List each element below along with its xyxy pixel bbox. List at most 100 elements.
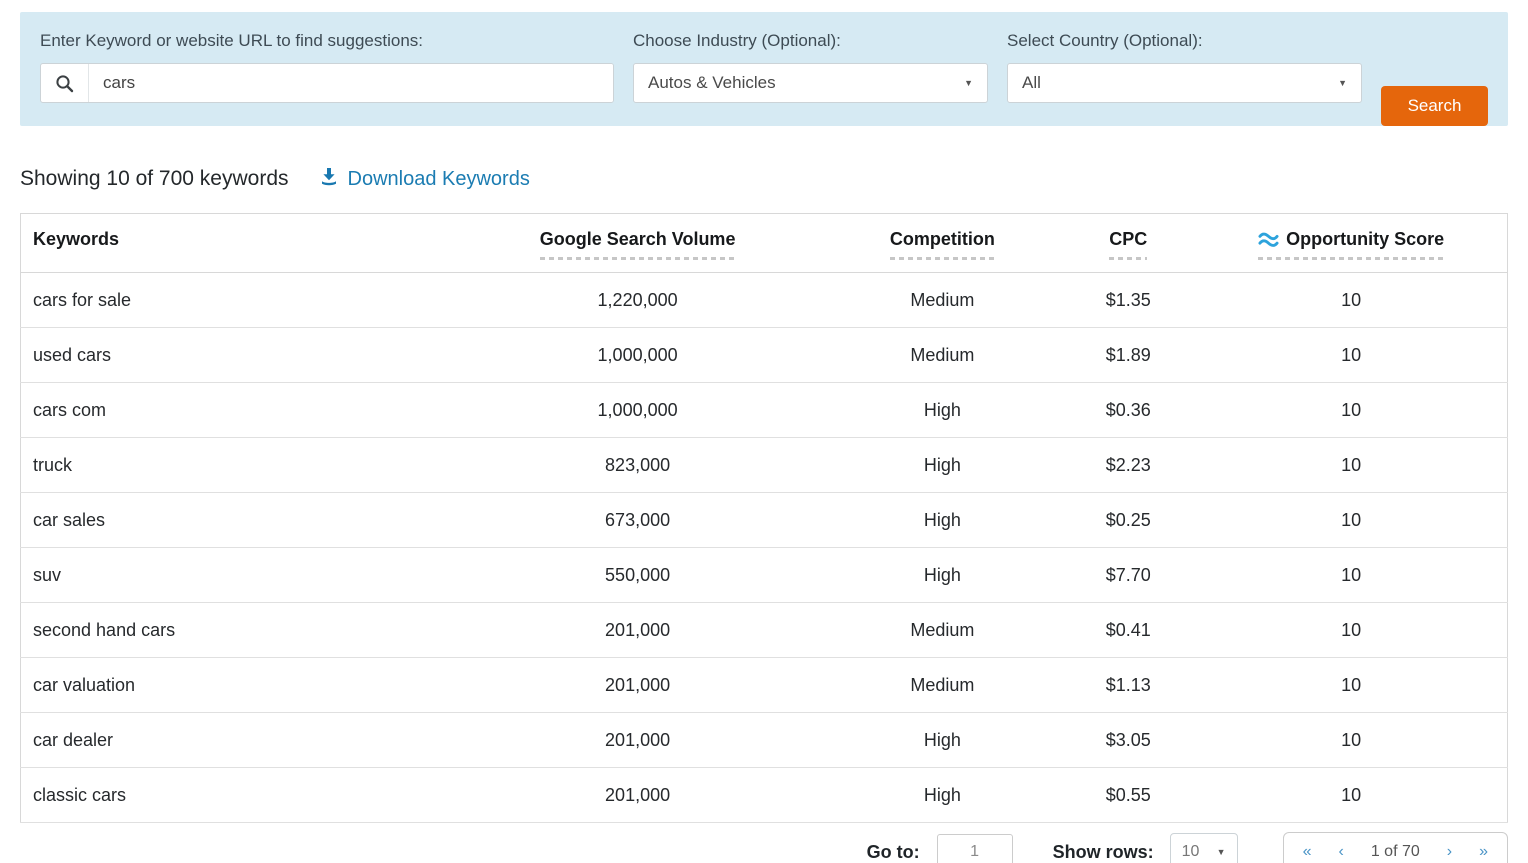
keyword-cell[interactable]: truck	[21, 438, 452, 493]
search-icon	[41, 64, 89, 102]
table-row: car sales673,000High$0.2510	[21, 493, 1508, 548]
opportunity-score-cell: 10	[1195, 273, 1507, 328]
country-select[interactable]: All ▼	[1007, 63, 1362, 103]
keyword-input-group	[40, 63, 614, 103]
cpc-cell: $0.55	[1061, 768, 1195, 823]
search-volume-cell: 201,000	[452, 713, 824, 768]
show-rows-label: Show rows:	[1053, 842, 1154, 863]
cpc-cell: $0.41	[1061, 603, 1195, 658]
table-row: cars for sale1,220,000Medium$1.3510	[21, 273, 1508, 328]
competition-cell: High	[823, 768, 1061, 823]
pagination: « ‹ 1 of 70 › »	[1283, 832, 1508, 863]
country-label: Select Country (Optional):	[1007, 31, 1362, 51]
keyword-cell[interactable]: cars com	[21, 383, 452, 438]
column-header-competition[interactable]: Competition	[823, 214, 1061, 273]
search-volume-cell: 550,000	[452, 548, 824, 603]
search-volume-cell: 201,000	[452, 768, 824, 823]
search-button[interactable]: Search	[1381, 86, 1488, 126]
competition-cell: Medium	[823, 328, 1061, 383]
results-bar: Showing 10 of 700 keywords Download Keyw…	[20, 166, 1508, 192]
search-volume-cell: 1,220,000	[452, 273, 824, 328]
country-field: Select Country (Optional): All ▼	[1007, 31, 1362, 126]
keyword-cell[interactable]: classic cars	[21, 768, 452, 823]
table-body: cars for sale1,220,000Medium$1.3510used …	[21, 273, 1508, 823]
previous-page-button[interactable]: ‹	[1339, 843, 1344, 861]
table-row: classic cars201,000High$0.5510	[21, 768, 1508, 823]
opportunity-score-cell: 10	[1195, 328, 1507, 383]
table-row: used cars1,000,000Medium$1.8910	[21, 328, 1508, 383]
column-header-opportunity-score[interactable]: Opportunity Score	[1195, 214, 1507, 273]
table-row: suv550,000High$7.7010	[21, 548, 1508, 603]
cpc-cell: $3.05	[1061, 713, 1195, 768]
results-count: Showing 10 of 700 keywords	[20, 167, 289, 191]
first-page-button[interactable]: «	[1303, 843, 1312, 861]
cpc-cell: $0.36	[1061, 383, 1195, 438]
opportunity-score-cell: 10	[1195, 713, 1507, 768]
keyword-cell[interactable]: car sales	[21, 493, 452, 548]
column-header-label: Opportunity Score	[1258, 227, 1444, 260]
industry-select[interactable]: Autos & Vehicles ▼	[633, 63, 988, 103]
competition-cell: High	[823, 383, 1061, 438]
cpc-cell: $1.89	[1061, 328, 1195, 383]
keyword-cell[interactable]: second hand cars	[21, 603, 452, 658]
column-header-cpc[interactable]: CPC	[1061, 214, 1195, 273]
search-volume-cell: 1,000,000	[452, 328, 824, 383]
competition-cell: High	[823, 493, 1061, 548]
chevron-down-icon: ▼	[1217, 847, 1226, 857]
waves-icon	[1258, 232, 1279, 247]
table-row: car dealer201,000High$3.0510	[21, 713, 1508, 768]
table-row: cars com1,000,000High$0.3610	[21, 383, 1508, 438]
column-header-google-search-volume[interactable]: Google Search Volume	[452, 214, 824, 273]
search-volume-cell: 673,000	[452, 493, 824, 548]
keyword-cell[interactable]: suv	[21, 548, 452, 603]
keyword-input[interactable]	[89, 64, 613, 102]
keyword-cell[interactable]: car valuation	[21, 658, 452, 713]
industry-label: Choose Industry (Optional):	[633, 31, 988, 51]
search-panel: Enter Keyword or website URL to find sug…	[20, 12, 1508, 126]
cpc-cell: $0.25	[1061, 493, 1195, 548]
keyword-field: Enter Keyword or website URL to find sug…	[40, 31, 614, 126]
country-select-value: All	[1022, 73, 1041, 93]
cpc-cell: $1.13	[1061, 658, 1195, 713]
industry-field: Choose Industry (Optional): Autos & Vehi…	[633, 31, 988, 126]
download-icon	[319, 166, 339, 192]
competition-cell: Medium	[823, 603, 1061, 658]
cpc-cell: $2.23	[1061, 438, 1195, 493]
competition-cell: High	[823, 548, 1061, 603]
search-volume-cell: 823,000	[452, 438, 824, 493]
download-keywords-link[interactable]: Download Keywords	[319, 166, 530, 192]
keyword-cell[interactable]: car dealer	[21, 713, 452, 768]
table-row: truck823,000High$2.2310	[21, 438, 1508, 493]
competition-cell: Medium	[823, 658, 1061, 713]
cpc-cell: $7.70	[1061, 548, 1195, 603]
industry-select-value: Autos & Vehicles	[648, 73, 776, 93]
download-link-label: Download Keywords	[348, 168, 530, 191]
opportunity-score-cell: 10	[1195, 603, 1507, 658]
table-row: second hand cars201,000Medium$0.4110	[21, 603, 1508, 658]
cpc-cell: $1.35	[1061, 273, 1195, 328]
goto-label: Go to:	[867, 842, 920, 863]
goto-page-input[interactable]	[937, 834, 1013, 863]
column-header-keywords[interactable]: Keywords	[21, 214, 452, 273]
opportunity-score-cell: 10	[1195, 383, 1507, 438]
opportunity-score-cell: 10	[1195, 768, 1507, 823]
search-volume-cell: 201,000	[452, 658, 824, 713]
keyword-label: Enter Keyword or website URL to find sug…	[40, 31, 614, 51]
chevron-down-icon: ▼	[964, 78, 973, 88]
table-row: car valuation201,000Medium$1.1310	[21, 658, 1508, 713]
show-rows-select[interactable]: 10 ▼	[1170, 833, 1238, 863]
column-header-label: CPC	[1109, 227, 1147, 260]
opportunity-score-cell: 10	[1195, 438, 1507, 493]
chevron-down-icon: ▼	[1338, 78, 1347, 88]
opportunity-score-cell: 10	[1195, 658, 1507, 713]
column-header-label: Keywords	[33, 227, 119, 260]
search-volume-cell: 201,000	[452, 603, 824, 658]
next-page-button[interactable]: ›	[1447, 843, 1452, 861]
keyword-cell[interactable]: used cars	[21, 328, 452, 383]
search-volume-cell: 1,000,000	[452, 383, 824, 438]
table-footer: Go to: Show rows: 10 ▼ « ‹ 1 of 70 › »	[20, 830, 1508, 863]
last-page-button[interactable]: »	[1479, 843, 1488, 861]
keyword-cell[interactable]: cars for sale	[21, 273, 452, 328]
table-header-row: Keywords Google Search VolumeCompetition C…	[21, 214, 1508, 273]
show-rows-value: 10	[1182, 843, 1200, 861]
